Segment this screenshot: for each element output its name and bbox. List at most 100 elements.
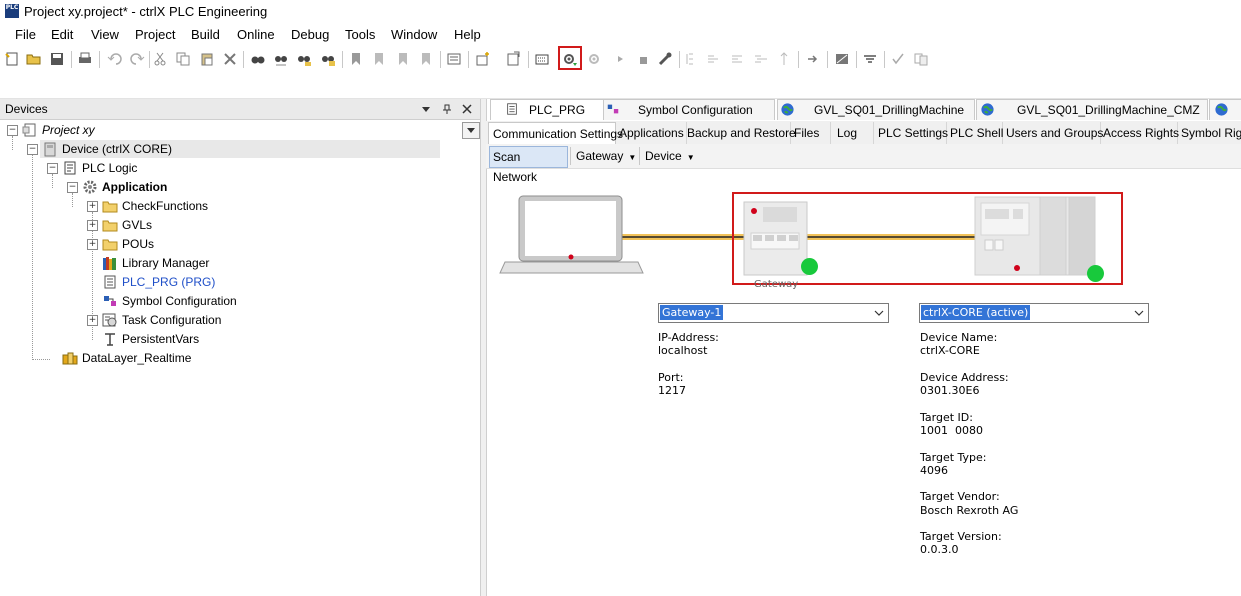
new-project-icon[interactable] <box>4 51 20 67</box>
device-menu-button[interactable]: Device ▼ <box>645 146 695 166</box>
tab-plc-settings[interactable]: PLC Settings <box>874 122 948 144</box>
tab-overflow[interactable] <box>1209 99 1241 120</box>
undo-icon[interactable] <box>107 51 123 67</box>
program-icon <box>505 102 519 116</box>
target-version-label: Target Version: <box>920 530 1002 543</box>
port-label: Port: <box>658 371 684 384</box>
expand-task-configuration[interactable]: + <box>87 315 98 326</box>
menu-edit[interactable]: Edit <box>51 27 73 42</box>
add-object-icon[interactable] <box>475 51 491 67</box>
menu-help[interactable]: Help <box>454 27 481 42</box>
program-icon <box>102 274 118 290</box>
device-name-value: ctrlX-CORE <box>920 344 980 357</box>
tab-files[interactable]: Files <box>790 122 831 144</box>
menu-build[interactable]: Build <box>191 27 220 42</box>
filter-icon[interactable] <box>862 51 878 67</box>
tab-plc-shell[interactable]: PLC Shell <box>946 122 1003 144</box>
build-icon[interactable] <box>534 51 550 67</box>
target-vendor-value: Bosch Rexroth AG <box>920 504 1019 517</box>
expand-check-functions[interactable]: + <box>87 201 98 212</box>
step-over-icon[interactable] <box>706 51 722 67</box>
target-id-value: 1001 0080 <box>920 424 983 437</box>
gateway-select[interactable]: Gateway-1 <box>658 303 889 323</box>
tab-communication-settings[interactable]: Communication Settings <box>488 122 623 145</box>
simulation-icon[interactable] <box>834 51 850 67</box>
copy-icon[interactable] <box>175 51 191 67</box>
find-replace-icon[interactable] <box>273 51 289 67</box>
scan-network-button[interactable]: Scan Network <box>489 146 568 184</box>
menu-window[interactable]: Window <box>391 27 437 42</box>
cut-icon[interactable] <box>152 51 168 67</box>
panel-menu-icon[interactable] <box>421 103 431 113</box>
messages-icon[interactable] <box>446 51 462 67</box>
menu-debug[interactable]: Debug <box>291 27 329 42</box>
start-icon[interactable] <box>612 51 628 67</box>
tab-plc-prg[interactable]: PLC_PRG <box>490 99 604 120</box>
chevron-down-icon <box>1134 307 1144 317</box>
reset-icon[interactable] <box>657 51 673 67</box>
check-icon[interactable] <box>890 51 906 67</box>
bookmark-icon[interactable] <box>348 51 364 67</box>
folder-icon <box>102 236 118 252</box>
login-icon[interactable] <box>562 51 578 67</box>
expand-application[interactable]: − <box>67 182 78 193</box>
open-folder-icon[interactable] <box>26 51 42 67</box>
delete-icon[interactable] <box>222 51 238 67</box>
find-icon[interactable] <box>250 51 266 67</box>
gateway-menu-button[interactable]: Gateway ▼ <box>576 146 636 166</box>
application-gear-icon <box>82 179 98 195</box>
bookmark-prev-icon[interactable] <box>395 51 411 67</box>
tab-applications[interactable]: Applications <box>615 122 687 144</box>
paste-icon[interactable] <box>199 51 215 67</box>
properties-icon[interactable] <box>505 51 521 67</box>
menu-project[interactable]: Project <box>135 27 175 42</box>
tab-backup-restore[interactable]: Backup and Restore <box>683 122 796 144</box>
toggle-breakpoint-icon[interactable] <box>684 51 700 67</box>
chevron-down-icon: ▼ <box>628 153 637 162</box>
write-values-icon[interactable] <box>805 51 821 67</box>
tab-users-groups[interactable]: Users and Groups <box>1002 122 1103 144</box>
compare-icon[interactable] <box>913 51 929 67</box>
tab-log[interactable]: Log <box>833 122 874 144</box>
tree-dropdown-button[interactable] <box>462 122 480 139</box>
menu-tools[interactable]: Tools <box>345 27 375 42</box>
close-icon[interactable] <box>462 103 472 114</box>
expand-plc-logic[interactable]: − <box>47 163 58 174</box>
panel-splitter[interactable] <box>480 99 487 596</box>
tab-access-rights[interactable]: Access Rights <box>1099 122 1179 144</box>
expand-pous[interactable]: + <box>87 239 98 250</box>
run-to-cursor-icon[interactable] <box>776 51 792 67</box>
folder-icon <box>102 198 118 214</box>
print-icon[interactable] <box>77 51 93 67</box>
gateway-status-indicator <box>801 258 818 275</box>
device-name-label: Device Name: <box>920 331 998 344</box>
save-icon[interactable] <box>49 51 65 67</box>
expand-gvls[interactable]: + <box>87 220 98 231</box>
target-id-label: Target ID: <box>920 411 973 424</box>
laptop-icon <box>499 195 644 274</box>
target-vendor-label: Target Vendor: <box>920 490 1000 503</box>
step-out-icon[interactable] <box>753 51 769 67</box>
logout-icon[interactable] <box>586 51 602 67</box>
library-books-icon <box>102 255 118 271</box>
toolbar-spacer <box>0 74 1241 99</box>
menu-view[interactable]: View <box>91 27 119 42</box>
bookmark-clear-icon[interactable] <box>418 51 434 67</box>
ip-address-label: IP-Address: <box>658 331 719 344</box>
tab-gvl-drilling-machine-cmz[interactable]: GVL_SQ01_DrillingMachine_CMZ <box>976 99 1208 120</box>
menu-online[interactable]: Online <box>237 27 275 42</box>
tab-symbol-rights[interactable]: Symbol Rights <box>1177 122 1241 144</box>
tab-gvl-drilling-machine[interactable]: GVL_SQ01_DrillingMachine <box>777 99 975 120</box>
redo-icon[interactable] <box>129 51 145 67</box>
expand-device[interactable]: − <box>27 144 38 155</box>
bookmark-next-icon[interactable] <box>371 51 387 67</box>
find-in-project-icon[interactable] <box>296 51 312 67</box>
step-into-icon[interactable] <box>730 51 746 67</box>
pin-icon[interactable] <box>442 103 452 114</box>
replace-in-project-icon[interactable] <box>320 51 336 67</box>
stop-icon[interactable] <box>635 51 651 67</box>
tab-symbol-configuration[interactable]: Symbol Configuration <box>603 99 775 120</box>
expand-project[interactable]: − <box>7 125 18 136</box>
device-select[interactable]: ctrlX-CORE (active) <box>919 303 1149 323</box>
menu-file[interactable]: File <box>15 27 36 42</box>
